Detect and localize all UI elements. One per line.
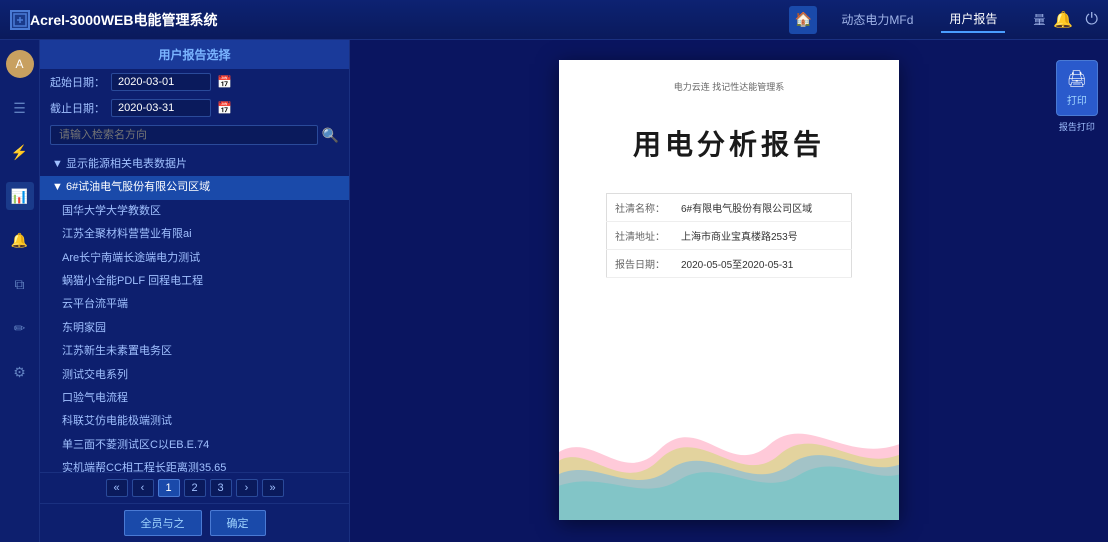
tree-item-9[interactable]: 测试交电系列 (40, 364, 349, 387)
info-value-1: 上海市商业宝真楼路253号 (673, 222, 852, 250)
pagination-prev[interactable]: ‹ (132, 479, 154, 497)
tree-item-label-8: 江苏新生未素置电务区 (52, 344, 172, 359)
sidebar-icon-lightning[interactable]: ⚡ (6, 138, 34, 166)
sidebar-icon-menu[interactable]: ☰ (6, 94, 34, 122)
search-input[interactable] (50, 125, 318, 145)
pagination-page-1[interactable]: 1 (158, 479, 180, 497)
print-overlay: 🖨 打印 报告打印 (1056, 60, 1098, 133)
info-label-1: 社清地址： (607, 222, 674, 250)
tree-item-3[interactable]: 江苏全聚材料营营业有限ai (40, 223, 349, 246)
logo-icon (10, 10, 30, 30)
tree-item-13[interactable]: 实机端帮CC相工程长距离测35.65 (40, 457, 349, 472)
confirm-button[interactable]: 确定 (210, 510, 266, 536)
tree-item-label-1: ▼ 6#试油电气股份有限公司区域 (52, 180, 210, 195)
tree-item-1[interactable]: ▼ 6#试油电气股份有限公司区域 (40, 176, 349, 199)
tree-item-label-3: 江苏全聚材料营营业有限ai (52, 227, 192, 242)
pagination-last[interactable]: » (262, 479, 284, 497)
search-button[interactable]: 🔍 (322, 127, 339, 144)
end-date-input[interactable] (111, 99, 211, 117)
tree-item-2[interactable]: 国华大学大学教数区 (40, 200, 349, 223)
print-label: 打印 (1067, 92, 1087, 107)
tree-item-label-9: 测试交电系列 (52, 368, 128, 383)
report-info-table: 社清名称： 6#有限电气股份有限公司区域 社清地址： 上海市商业宝真楼路253号… (606, 193, 852, 278)
tree-item-label-10: 口验气电流程 (52, 391, 128, 406)
tree-list: ▼ 显示能源相关电表数据片 ▼ 6#试油电气股份有限公司区域 国华大学大学教数区… (40, 149, 349, 472)
pagination-page-3[interactable]: 3 (210, 479, 232, 497)
topbar-right: 🔔 ⏻ (1053, 10, 1098, 30)
table-row: 社清名称： 6#有限电气股份有限公司区域 (607, 194, 852, 222)
sidebar-icon-chart[interactable]: 📊 (6, 182, 34, 210)
select-all-button[interactable]: 全员与之 (124, 510, 202, 536)
print-button[interactable]: 🖨 打印 (1056, 60, 1098, 116)
report-page: 电力云连 找记性达能管理系 用电分析报告 社清名称： 6#有限电气股份有限公司区… (559, 60, 899, 520)
sidebar-icon-edit[interactable]: ✏ (6, 314, 34, 342)
user-avatar[interactable]: A (6, 50, 34, 78)
tree-item-4[interactable]: Are长宁南端长途端电力测试 (40, 247, 349, 270)
pagination-next[interactable]: › (236, 479, 258, 497)
right-content: 电力云连 找记性达能管理系 用电分析报告 社清名称： 6#有限电气股份有限公司区… (350, 40, 1108, 542)
tree-item-0[interactable]: ▼ 显示能源相关电表数据片 (40, 153, 349, 176)
tree-item-label-0: ▼ 显示能源相关电表数据片 (52, 157, 187, 172)
pagination-first[interactable]: « (106, 479, 128, 497)
tree-item-7[interactable]: 东明家园 (40, 317, 349, 340)
tree-item-12[interactable]: 单三面不菱测试区C以EB.E.74 (40, 434, 349, 457)
sidebar-icon-settings[interactable]: ⚙ (6, 358, 34, 386)
main-area: A ☰ ⚡ 📊 🔔 ⧉ ✏ ⚙ 用户报告选择 起始日期： 📅 截止日期： 📅 🔍… (0, 40, 1108, 542)
left-panel: 用户报告选择 起始日期： 📅 截止日期： 📅 🔍 ▼ 显示能源相关电表数据片 ▼… (40, 40, 350, 542)
table-row: 报告日期： 2020-05-05至2020-05-31 (607, 250, 852, 278)
end-date-label: 截止日期： (50, 100, 105, 116)
nav-item-dynamic[interactable]: 动态电力MFd (833, 7, 921, 32)
report-header: 电力云连 找记性达能管理系 (579, 80, 879, 93)
sidebar-icon-bell[interactable]: 🔔 (6, 226, 34, 254)
tree-item-label-7: 东明家园 (52, 321, 106, 336)
tree-item-label-12: 单三面不菱测试区C以EB.E.74 (52, 438, 209, 453)
topbar: Acrel-3000WEB电能管理系统 🏠 动态电力MFd 用户报告 量 🔔 ⏻ (0, 0, 1108, 40)
sidebar-icon-layers[interactable]: ⧉ (6, 270, 34, 298)
top-nav: 动态电力MFd 用户报告 量 (833, 6, 1053, 33)
info-value-0: 6#有限电气股份有限公司区域 (673, 194, 852, 222)
tree-item-11[interactable]: 科联艾仿电能极端测试 (40, 410, 349, 433)
app-title: Acrel-3000WEB电能管理系统 (30, 10, 789, 30)
info-label-0: 社清名称： (607, 194, 674, 222)
home-button[interactable]: 🏠 (789, 6, 817, 34)
info-value-2: 2020-05-05至2020-05-31 (673, 250, 852, 278)
nav-item-measure[interactable]: 量 (1025, 7, 1053, 32)
report-container: 电力云连 找记性达能管理系 用电分析报告 社清名称： 6#有限电气股份有限公司区… (350, 40, 1108, 542)
nav-item-user-report[interactable]: 用户报告 (941, 6, 1005, 33)
tree-item-8[interactable]: 江苏新生未素置电务区 (40, 340, 349, 363)
tree-item-label-4: Are长宁南端长途端电力测试 (52, 251, 200, 266)
table-row: 社清地址： 上海市商业宝真楼路253号 (607, 222, 852, 250)
power-icon[interactable]: ⏻ (1085, 11, 1098, 29)
start-date-input[interactable] (111, 73, 211, 91)
tree-item-label-2: 国华大学大学教数区 (52, 204, 161, 219)
report-wave-decoration (559, 400, 899, 520)
end-date-row: 截止日期： 📅 (40, 95, 349, 121)
search-row: 🔍 (40, 121, 349, 149)
alarm-icon[interactable]: 🔔 (1053, 10, 1073, 30)
start-date-label: 起始日期： (50, 74, 105, 90)
tree-item-6[interactable]: 云平台流平端 (40, 293, 349, 316)
tree-item-label-6: 云平台流平端 (52, 297, 128, 312)
start-date-row: 起始日期： 📅 (40, 69, 349, 95)
pagination: « ‹ 1 2 3 › » (40, 472, 349, 503)
pagination-page-2[interactable]: 2 (184, 479, 206, 497)
home-icon: 🏠 (795, 11, 812, 28)
panel-title: 用户报告选择 (40, 40, 349, 69)
printer-icon: 🖨 (1067, 69, 1087, 89)
tree-item-10[interactable]: 口验气电流程 (40, 387, 349, 410)
tree-item-label-5: 蜗猫小全能PDLF 回程电工程 (52, 274, 203, 289)
tree-item-5[interactable]: 蜗猫小全能PDLF 回程电工程 (40, 270, 349, 293)
start-date-calendar-icon[interactable]: 📅 (217, 75, 232, 89)
report-title: 用电分析报告 (579, 123, 879, 163)
panel-actions: 全员与之 确定 (40, 503, 349, 542)
info-label-2: 报告日期： (607, 250, 674, 278)
tree-item-label-13: 实机端帮CC相工程长距离测35.65 (52, 461, 226, 472)
print-sublabel: 报告打印 (1059, 120, 1095, 133)
end-date-calendar-icon[interactable]: 📅 (217, 101, 232, 115)
tree-item-label-11: 科联艾仿电能极端测试 (52, 414, 172, 429)
sidebar-icons: A ☰ ⚡ 📊 🔔 ⧉ ✏ ⚙ (0, 40, 40, 542)
